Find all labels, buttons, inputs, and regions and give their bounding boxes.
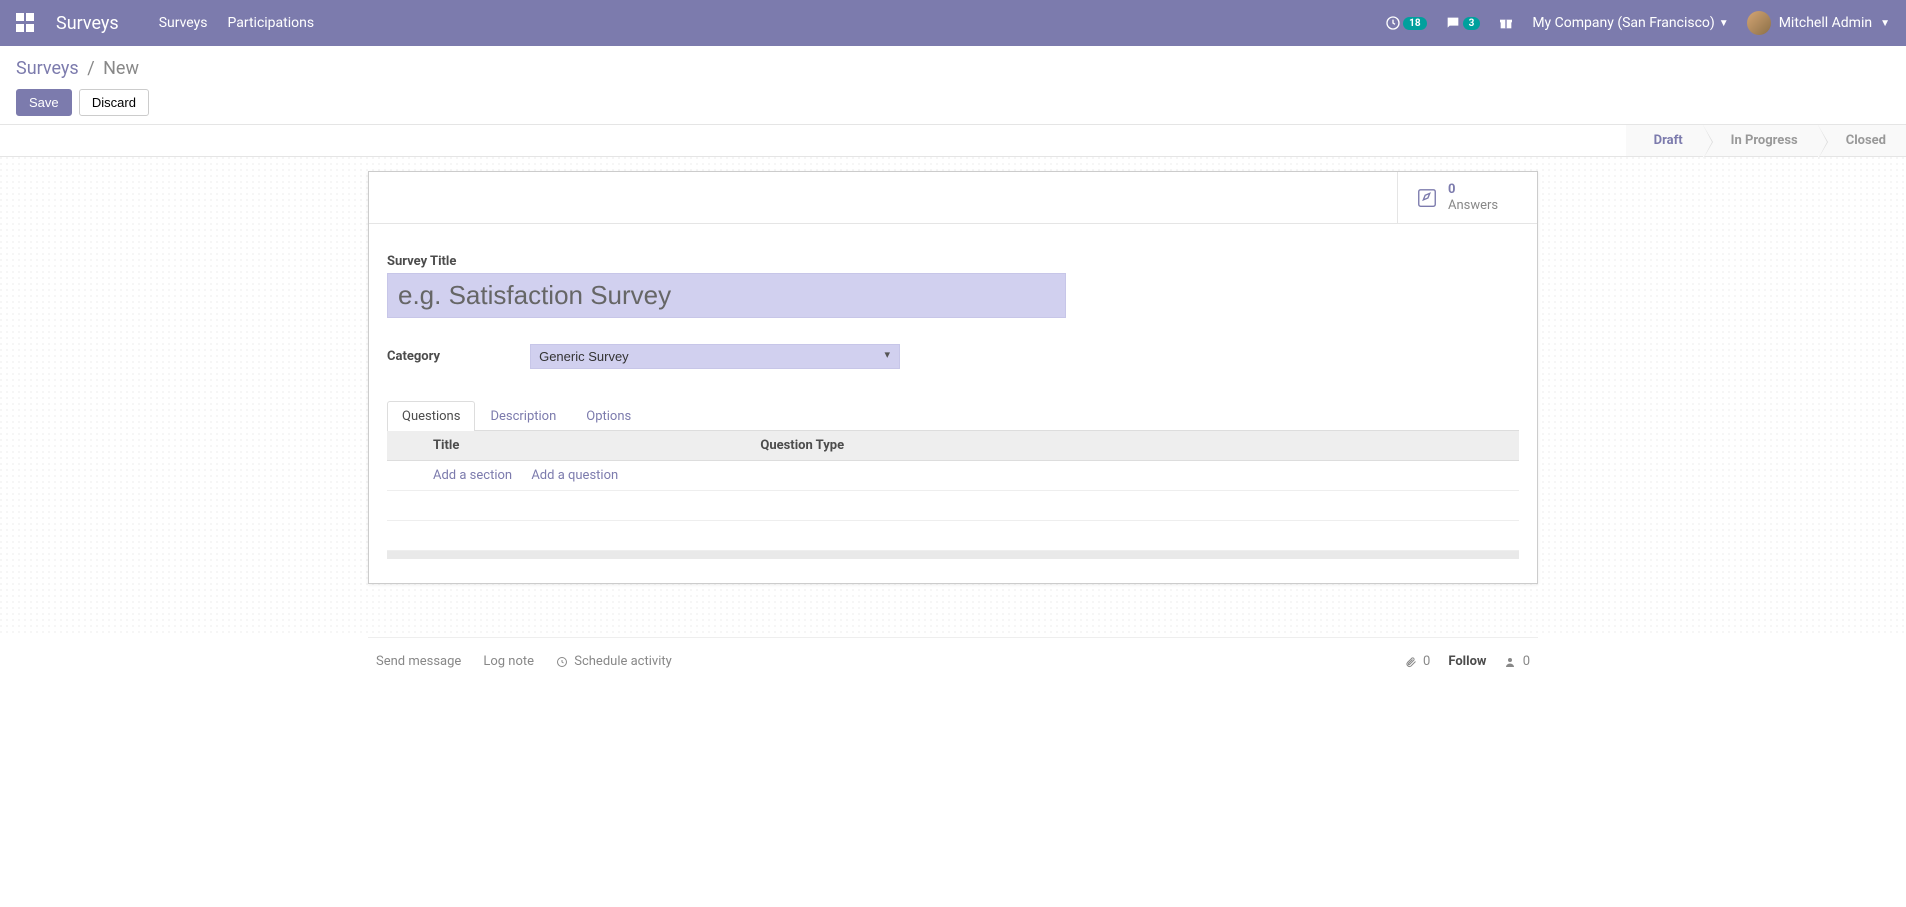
app-title: Surveys [56,13,119,34]
save-button[interactable]: Save [16,89,72,116]
category-label: Category [387,349,440,364]
nav-link-participations[interactable]: Participations [228,15,315,31]
paperclip-icon [1405,656,1417,668]
table-footer-bar [387,551,1519,559]
empty-row [387,491,1519,521]
status-draft[interactable]: Draft [1626,125,1703,156]
add-section-link[interactable]: Add a section [433,468,512,483]
survey-title-input[interactable] [387,273,1066,318]
messages-indicator[interactable]: 3 [1445,15,1481,31]
col-title: Title [423,431,750,461]
add-question-link[interactable]: Add a question [531,468,618,483]
follow-button[interactable]: Follow [1448,654,1486,669]
gift-icon[interactable] [1498,15,1514,31]
chatter-right: 0 Follow 0 [1405,654,1530,669]
breadcrumb-root[interactable]: Surveys [16,58,79,79]
activity-badge: 18 [1403,17,1426,30]
status-bar: Draft In Progress Closed [0,125,1906,157]
breadcrumb: Surveys / New [16,58,1890,79]
clock-icon [1385,15,1401,31]
nav-links: Surveys Participations [159,15,314,31]
survey-title-label: Survey Title [387,254,1519,269]
company-selector[interactable]: My Company (San Francisco) ▼ [1532,15,1728,31]
apps-icon[interactable] [16,13,36,33]
category-row: Category Generic Survey [387,344,1519,369]
sheet-body: Survey Title Category Generic Survey Que… [369,224,1537,583]
control-bar: Surveys / New Save Discard [0,46,1906,125]
col-actions [1483,431,1519,461]
send-message-link[interactable]: Send message [376,654,461,669]
empty-row [387,521,1519,551]
clock-icon [556,656,568,668]
col-handle [387,431,423,461]
chatter: Send message Log note Schedule activity … [368,637,1538,685]
tab-bar: Questions Description Options [387,401,1519,431]
breadcrumb-separator: / [87,58,94,79]
nav-link-surveys[interactable]: Surveys [159,15,208,31]
discard-button[interactable]: Discard [79,89,149,116]
activity-indicator[interactable]: 18 [1385,15,1426,31]
status-closed[interactable]: Closed [1818,125,1906,156]
form-sheet: 0 Answers Survey Title Category Generic … [368,171,1538,584]
col-question-type: Question Type [750,431,1483,461]
avatar [1747,11,1771,35]
chevron-down-icon: ▼ [1880,18,1890,29]
user-name: Mitchell Admin [1779,15,1872,31]
user-menu[interactable]: Mitchell Admin ▼ [1747,11,1890,35]
questions-table: Title Question Type Add a section Add a … [387,431,1519,551]
attachments-count[interactable]: 0 [1405,654,1431,669]
followers-count[interactable]: 0 [1504,654,1530,669]
nav-right: 18 3 My Company (San Francisco) ▼ Mitche… [1385,11,1890,35]
category-select[interactable]: Generic Survey [530,344,900,369]
company-name: My Company (San Francisco) [1532,15,1714,31]
tab-description[interactable]: Description [475,401,571,431]
answers-count: 0 [1448,182,1498,198]
top-nav: Surveys Surveys Participations 18 3 My C… [0,0,1906,46]
person-icon [1504,656,1516,668]
add-row: Add a section Add a question [387,461,1519,491]
chevron-down-icon: ▼ [1719,18,1729,29]
pencil-square-icon [1416,187,1438,209]
tab-questions[interactable]: Questions [387,401,475,431]
log-note-link[interactable]: Log note [483,654,534,669]
statbox-row: 0 Answers [369,172,1537,224]
breadcrumb-current: New [103,58,139,79]
category-select-wrap: Generic Survey [530,344,900,369]
chat-icon [1445,15,1461,31]
answers-statbox[interactable]: 0 Answers [1397,172,1537,223]
schedule-activity-link[interactable]: Schedule activity [556,654,672,669]
form-canvas: 0 Answers Survey Title Category Generic … [0,157,1906,637]
messages-badge: 3 [1463,17,1481,30]
status-in-progress[interactable]: In Progress [1703,125,1818,156]
tab-options[interactable]: Options [571,401,646,431]
answers-label: Answers [1448,198,1498,214]
